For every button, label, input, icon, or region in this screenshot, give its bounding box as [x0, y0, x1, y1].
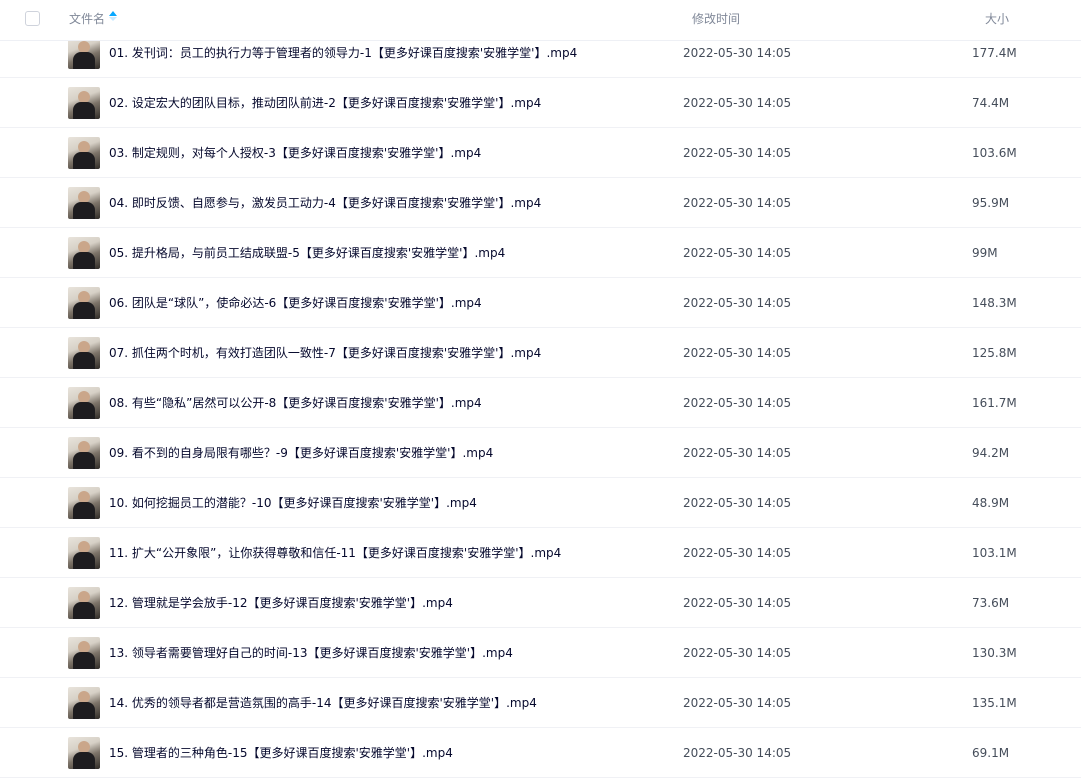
video-thumbnail[interactable] — [68, 437, 100, 469]
file-row[interactable]: 03. 制定规则，对每个人授权-3【更多好课百度搜索'安雅学堂'】.mp4 20… — [0, 128, 1081, 178]
file-size: 74.4M — [972, 96, 1010, 110]
select-all-checkbox[interactable] — [25, 11, 40, 26]
file-size: 148.3M — [972, 296, 1017, 310]
file-size: 103.1M — [972, 546, 1017, 560]
file-row[interactable]: 11. 扩大“公开象限”，让你获得尊敬和信任-11【更多好课百度搜索'安雅学堂'… — [0, 528, 1081, 578]
video-thumbnail[interactable] — [68, 687, 100, 719]
name-column-header[interactable]: 文件名 — [69, 11, 118, 27]
file-modified-time: 2022-05-30 14:05 — [683, 746, 792, 760]
file-list-header: 文件名 修改时间 大小 — [0, 0, 1081, 41]
file-modified-time: 2022-05-30 14:05 — [683, 696, 792, 710]
size-column-header[interactable]: 大小 — [985, 11, 1009, 27]
file-modified-time: 2022-05-30 14:05 — [683, 646, 792, 660]
file-row[interactable]: 02. 设定宏大的团队目标，推动团队前进-2【更多好课百度搜索'安雅学堂'】.m… — [0, 78, 1081, 128]
file-name[interactable]: 08. 有些“隐私”居然可以公开-8【更多好课百度搜索'安雅学堂'】.mp4 — [109, 395, 482, 411]
video-thumbnail[interactable] — [68, 37, 100, 69]
file-name[interactable]: 14. 优秀的领导者都是营造氛围的高手-14【更多好课百度搜索'安雅学堂'】.m… — [109, 695, 537, 711]
file-size: 94.2M — [972, 446, 1010, 460]
name-column-label: 文件名 — [69, 12, 106, 26]
video-thumbnail[interactable] — [68, 237, 100, 269]
file-size: 130.3M — [972, 646, 1017, 660]
file-modified-time: 2022-05-30 14:05 — [683, 146, 792, 160]
file-name[interactable]: 11. 扩大“公开象限”，让你获得尊敬和信任-11【更多好课百度搜索'安雅学堂'… — [109, 545, 561, 561]
file-row[interactable]: 08. 有些“隐私”居然可以公开-8【更多好课百度搜索'安雅学堂'】.mp4 2… — [0, 378, 1081, 428]
file-row[interactable]: 14. 优秀的领导者都是营造氛围的高手-14【更多好课百度搜索'安雅学堂'】.m… — [0, 678, 1081, 728]
file-size: 69.1M — [972, 746, 1010, 760]
file-modified-time: 2022-05-30 14:05 — [683, 396, 792, 410]
video-thumbnail[interactable] — [68, 537, 100, 569]
file-size: 135.1M — [972, 696, 1017, 710]
file-row[interactable]: 10. 如何挖掘员工的潜能？-10【更多好课百度搜索'安雅学堂'】.mp4 20… — [0, 478, 1081, 528]
file-name[interactable]: 10. 如何挖掘员工的潜能？-10【更多好课百度搜索'安雅学堂'】.mp4 — [109, 495, 477, 511]
video-thumbnail[interactable] — [68, 587, 100, 619]
file-name[interactable]: 12. 管理就是学会放手-12【更多好课百度搜索'安雅学堂'】.mp4 — [109, 595, 453, 611]
file-modified-time: 2022-05-30 14:05 — [683, 96, 792, 110]
file-size: 95.9M — [972, 196, 1010, 210]
file-size: 125.8M — [972, 346, 1017, 360]
file-modified-time: 2022-05-30 14:05 — [683, 196, 792, 210]
video-thumbnail[interactable] — [68, 287, 100, 319]
file-modified-time: 2022-05-30 14:05 — [683, 296, 792, 310]
video-thumbnail[interactable] — [68, 637, 100, 669]
file-row[interactable]: 13. 领导者需要管理好自己的时间-13【更多好课百度搜索'安雅学堂'】.mp4… — [0, 628, 1081, 678]
file-modified-time: 2022-05-30 14:05 — [683, 496, 792, 510]
file-size: 161.7M — [972, 396, 1017, 410]
file-row[interactable]: 04. 即时反馈、自愿参与，激发员工动力-4【更多好课百度搜索'安雅学堂'】.m… — [0, 178, 1081, 228]
video-thumbnail[interactable] — [68, 137, 100, 169]
video-thumbnail[interactable] — [68, 187, 100, 219]
file-name[interactable]: 03. 制定规则，对每个人授权-3【更多好课百度搜索'安雅学堂'】.mp4 — [109, 145, 481, 161]
file-name[interactable]: 02. 设定宏大的团队目标，推动团队前进-2【更多好课百度搜索'安雅学堂'】.m… — [109, 95, 541, 111]
file-row[interactable]: 05. 提升格局，与前员工结成联盟-5【更多好课百度搜索'安雅学堂'】.mp4 … — [0, 228, 1081, 278]
file-name[interactable]: 09. 看不到的自身局限有哪些？-9【更多好课百度搜索'安雅学堂'】.mp4 — [109, 445, 493, 461]
file-list: 01. 发刊词：员工的执行力等于管理者的领导力-1【更多好课百度搜索'安雅学堂'… — [0, 28, 1081, 778]
file-name[interactable]: 13. 领导者需要管理好自己的时间-13【更多好课百度搜索'安雅学堂'】.mp4 — [109, 645, 513, 661]
file-row[interactable]: 15. 管理者的三种角色-15【更多好课百度搜索'安雅学堂'】.mp4 2022… — [0, 728, 1081, 778]
file-modified-time: 2022-05-30 14:05 — [683, 346, 792, 360]
file-row[interactable]: 06. 团队是“球队”，使命必达-6【更多好课百度搜索'安雅学堂'】.mp4 2… — [0, 278, 1081, 328]
video-thumbnail[interactable] — [68, 387, 100, 419]
file-row[interactable]: 12. 管理就是学会放手-12【更多好课百度搜索'安雅学堂'】.mp4 2022… — [0, 578, 1081, 628]
video-thumbnail[interactable] — [68, 337, 100, 369]
video-thumbnail[interactable] — [68, 737, 100, 769]
file-modified-time: 2022-05-30 14:05 — [683, 246, 792, 260]
file-row[interactable]: 07. 抓住两个时机，有效打造团队一致性-7【更多好课百度搜索'安雅学堂'】.m… — [0, 328, 1081, 378]
file-modified-time: 2022-05-30 14:05 — [683, 46, 792, 60]
file-name[interactable]: 04. 即时反馈、自愿参与，激发员工动力-4【更多好课百度搜索'安雅学堂'】.m… — [109, 195, 541, 211]
file-size: 48.9M — [972, 496, 1010, 510]
file-modified-time: 2022-05-30 14:05 — [683, 596, 792, 610]
file-size: 73.6M — [972, 596, 1010, 610]
modified-time-column-header[interactable]: 修改时间 — [692, 11, 740, 27]
file-name[interactable]: 15. 管理者的三种角色-15【更多好课百度搜索'安雅学堂'】.mp4 — [109, 745, 453, 761]
file-name[interactable]: 01. 发刊词：员工的执行力等于管理者的领导力-1【更多好课百度搜索'安雅学堂'… — [109, 45, 577, 61]
file-modified-time: 2022-05-30 14:05 — [683, 546, 792, 560]
video-thumbnail[interactable] — [68, 87, 100, 119]
file-size: 99M — [972, 246, 998, 260]
sort-ascending-icon[interactable] — [109, 11, 118, 22]
file-name[interactable]: 05. 提升格局，与前员工结成联盟-5【更多好课百度搜索'安雅学堂'】.mp4 — [109, 245, 505, 261]
file-modified-time: 2022-05-30 14:05 — [683, 446, 792, 460]
file-row[interactable]: 09. 看不到的自身局限有哪些？-9【更多好课百度搜索'安雅学堂'】.mp4 2… — [0, 428, 1081, 478]
file-size: 177.4M — [972, 46, 1017, 60]
video-thumbnail[interactable] — [68, 487, 100, 519]
file-name[interactable]: 06. 团队是“球队”，使命必达-6【更多好课百度搜索'安雅学堂'】.mp4 — [109, 295, 482, 311]
file-name[interactable]: 07. 抓住两个时机，有效打造团队一致性-7【更多好课百度搜索'安雅学堂'】.m… — [109, 345, 541, 361]
file-size: 103.6M — [972, 146, 1017, 160]
